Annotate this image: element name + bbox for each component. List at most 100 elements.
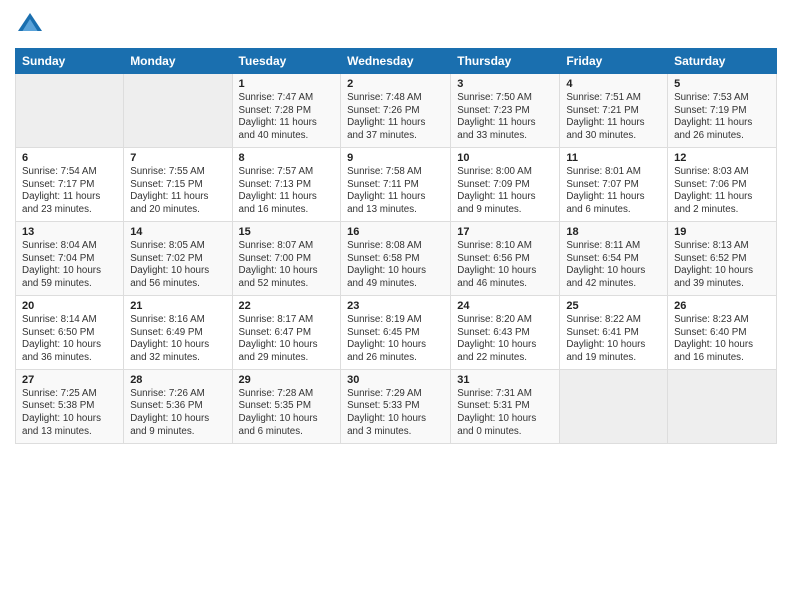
day-number: 12 <box>674 152 770 164</box>
header-monday: Monday <box>124 49 232 74</box>
logo-icon <box>15 10 45 40</box>
day-number: 23 <box>347 300 444 312</box>
day-info: Sunrise: 8:05 AMSunset: 7:02 PMDaylight:… <box>130 240 225 291</box>
day-cell: 29 Sunrise: 7:28 AMSunset: 5:35 PMDayligh… <box>232 369 341 443</box>
day-info: Sunrise: 8:01 AMSunset: 7:07 PMDaylight:… <box>566 166 661 217</box>
day-info: Sunrise: 8:16 AMSunset: 6:49 PMDaylight:… <box>130 314 225 365</box>
day-cell: 19 Sunrise: 8:13 AMSunset: 6:52 PMDayligh… <box>668 221 777 295</box>
week-row-4: 20 Sunrise: 8:14 AMSunset: 6:50 PMDayligh… <box>16 295 777 369</box>
day-cell: 1 Sunrise: 7:47 AMSunset: 7:28 PMDaylight… <box>232 74 341 148</box>
day-info: Sunrise: 7:48 AMSunset: 7:26 PMDaylight:… <box>347 92 444 143</box>
header-wednesday: Wednesday <box>341 49 451 74</box>
day-number: 31 <box>457 374 553 386</box>
day-info: Sunrise: 8:22 AMSunset: 6:41 PMDaylight:… <box>566 314 661 365</box>
day-cell: 6 Sunrise: 7:54 AMSunset: 7:17 PMDaylight… <box>16 147 124 221</box>
day-number: 17 <box>457 226 553 238</box>
day-cell: 16 Sunrise: 8:08 AMSunset: 6:58 PMDayligh… <box>341 221 451 295</box>
header <box>15 10 777 40</box>
day-info: Sunrise: 7:29 AMSunset: 5:33 PMDaylight:… <box>347 388 444 439</box>
day-number: 24 <box>457 300 553 312</box>
day-cell <box>124 74 232 148</box>
day-cell: 3Sunrise: 7:50 AMSunset: 7:23 PMDaylight… <box>451 74 560 148</box>
day-number: 16 <box>347 226 444 238</box>
day-info: Sunrise: 8:23 AMSunset: 6:40 PMDaylight:… <box>674 314 770 365</box>
header-sunday: Sunday <box>16 49 124 74</box>
day-cell <box>16 74 124 148</box>
day-cell: 11Sunrise: 8:01 AMSunset: 7:07 PMDayligh… <box>560 147 668 221</box>
day-number: 26 <box>674 300 770 312</box>
day-cell: 14 Sunrise: 8:05 AMSunset: 7:02 PMDayligh… <box>124 221 232 295</box>
day-info: Sunrise: 8:07 AMSunset: 7:00 PMDaylight:… <box>239 240 335 291</box>
week-row-1: 1 Sunrise: 7:47 AMSunset: 7:28 PMDaylight… <box>16 74 777 148</box>
day-number: 15 <box>239 226 335 238</box>
day-number: 3 <box>457 78 553 90</box>
day-info: Sunrise: 7:28 AMSunset: 5:35 PMDaylight:… <box>239 388 335 439</box>
day-number: 10 <box>457 152 553 164</box>
day-info: Sunrise: 7:54 AMSunset: 7:17 PMDaylight:… <box>22 166 117 217</box>
day-cell: 25 Sunrise: 8:22 AMSunset: 6:41 PMDayligh… <box>560 295 668 369</box>
day-info: Sunrise: 8:03 AMSunset: 7:06 PMDaylight:… <box>674 166 770 217</box>
day-cell: 28Sunrise: 7:26 AMSunset: 5:36 PMDayligh… <box>124 369 232 443</box>
day-info: Sunrise: 7:58 AMSunset: 7:11 PMDaylight:… <box>347 166 444 217</box>
day-cell: 9Sunrise: 7:58 AMSunset: 7:11 PMDaylight… <box>341 147 451 221</box>
day-number: 25 <box>566 300 661 312</box>
day-info: Sunrise: 7:31 AMSunset: 5:31 PMDaylight:… <box>457 388 553 439</box>
day-cell: 30 Sunrise: 7:29 AMSunset: 5:33 PMDayligh… <box>341 369 451 443</box>
day-number: 19 <box>674 226 770 238</box>
header-tuesday: Tuesday <box>232 49 341 74</box>
day-cell: 22Sunrise: 8:17 AMSunset: 6:47 PMDayligh… <box>232 295 341 369</box>
day-info: Sunrise: 8:00 AMSunset: 7:09 PMDaylight:… <box>457 166 553 217</box>
week-row-2: 6 Sunrise: 7:54 AMSunset: 7:17 PMDaylight… <box>16 147 777 221</box>
day-cell <box>668 369 777 443</box>
day-number: 7 <box>130 152 225 164</box>
day-info: Sunrise: 7:47 AMSunset: 7:28 PMDaylight:… <box>239 92 335 143</box>
day-cell: 15 Sunrise: 8:07 AMSunset: 7:00 PMDayligh… <box>232 221 341 295</box>
day-info: Sunrise: 7:57 AMSunset: 7:13 PMDaylight:… <box>239 166 335 217</box>
header-saturday: Saturday <box>668 49 777 74</box>
day-cell: 24 Sunrise: 8:20 AMSunset: 6:43 PMDayligh… <box>451 295 560 369</box>
week-row-3: 13Sunrise: 8:04 AMSunset: 7:04 PMDayligh… <box>16 221 777 295</box>
day-info: Sunrise: 8:08 AMSunset: 6:58 PMDaylight:… <box>347 240 444 291</box>
day-info: Sunrise: 7:55 AMSunset: 7:15 PMDaylight:… <box>130 166 225 217</box>
week-row-5: 27Sunrise: 7:25 AMSunset: 5:38 PMDayligh… <box>16 369 777 443</box>
day-cell: 17Sunrise: 8:10 AMSunset: 6:56 PMDayligh… <box>451 221 560 295</box>
day-number: 13 <box>22 226 117 238</box>
day-cell: 27Sunrise: 7:25 AMSunset: 5:38 PMDayligh… <box>16 369 124 443</box>
day-number: 4 <box>566 78 661 90</box>
day-number: 2 <box>347 78 444 90</box>
day-cell: 20 Sunrise: 8:14 AMSunset: 6:50 PMDayligh… <box>16 295 124 369</box>
day-number: 20 <box>22 300 117 312</box>
day-cell: 26 Sunrise: 8:23 AMSunset: 6:40 PMDayligh… <box>668 295 777 369</box>
logo <box>15 10 49 40</box>
day-cell: 8 Sunrise: 7:57 AMSunset: 7:13 PMDaylight… <box>232 147 341 221</box>
day-cell: 31 Sunrise: 7:31 AMSunset: 5:31 PMDayligh… <box>451 369 560 443</box>
day-number: 5 <box>674 78 770 90</box>
calendar: SundayMondayTuesdayWednesdayThursdayFrid… <box>15 48 777 444</box>
page: SundayMondayTuesdayWednesdayThursdayFrid… <box>0 0 792 612</box>
day-cell: 10 Sunrise: 8:00 AMSunset: 7:09 PMDayligh… <box>451 147 560 221</box>
day-cell: 12 Sunrise: 8:03 AMSunset: 7:06 PMDayligh… <box>668 147 777 221</box>
day-number: 18 <box>566 226 661 238</box>
header-friday: Friday <box>560 49 668 74</box>
day-cell: 5 Sunrise: 7:53 AMSunset: 7:19 PMDaylight… <box>668 74 777 148</box>
day-number: 29 <box>239 374 335 386</box>
day-number: 8 <box>239 152 335 164</box>
calendar-header-row: SundayMondayTuesdayWednesdayThursdayFrid… <box>16 49 777 74</box>
day-info: Sunrise: 8:11 AMSunset: 6:54 PMDaylight:… <box>566 240 661 291</box>
day-info: Sunrise: 7:53 AMSunset: 7:19 PMDaylight:… <box>674 92 770 143</box>
day-number: 22 <box>239 300 335 312</box>
day-info: Sunrise: 8:20 AMSunset: 6:43 PMDaylight:… <box>457 314 553 365</box>
day-cell: 21Sunrise: 8:16 AMSunset: 6:49 PMDayligh… <box>124 295 232 369</box>
day-cell: 4Sunrise: 7:51 AMSunset: 7:21 PMDaylight… <box>560 74 668 148</box>
day-cell: 18 Sunrise: 8:11 AMSunset: 6:54 PMDayligh… <box>560 221 668 295</box>
header-thursday: Thursday <box>451 49 560 74</box>
day-cell: 2 Sunrise: 7:48 AMSunset: 7:26 PMDaylight… <box>341 74 451 148</box>
day-number: 14 <box>130 226 225 238</box>
day-number: 30 <box>347 374 444 386</box>
day-info: Sunrise: 8:13 AMSunset: 6:52 PMDaylight:… <box>674 240 770 291</box>
day-info: Sunrise: 8:14 AMSunset: 6:50 PMDaylight:… <box>22 314 117 365</box>
day-number: 1 <box>239 78 335 90</box>
day-cell: 13Sunrise: 8:04 AMSunset: 7:04 PMDayligh… <box>16 221 124 295</box>
day-cell <box>560 369 668 443</box>
day-number: 6 <box>22 152 117 164</box>
